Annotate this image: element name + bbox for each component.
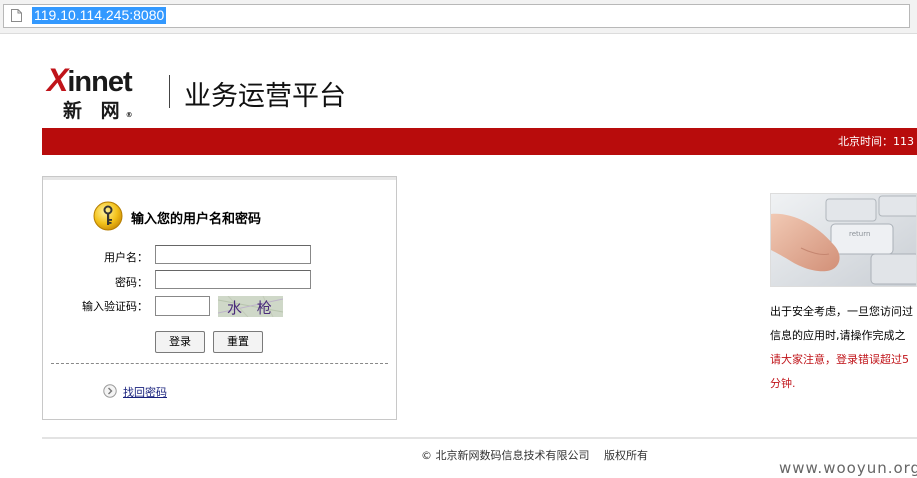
captcha-label: 输入验证码：	[82, 300, 148, 313]
username-input[interactable]	[155, 245, 311, 264]
registered-mark: ®	[125, 111, 133, 119]
xinnet-logo: Xinnet 新 网®	[47, 62, 157, 123]
key-icon	[93, 201, 123, 231]
header-divider	[169, 75, 170, 108]
captcha-image[interactable]: 水 枪	[218, 296, 283, 317]
url-field[interactable]: 119.10.114.245:8080	[3, 4, 910, 28]
login-panel: 输入您的用户名和密码 用户名： 密码： 输入验证码： 水 枪 登录 重置 找回密…	[42, 176, 397, 420]
logo-wordmark-rest: innet	[67, 66, 132, 98]
find-password-link[interactable]: 找回密码	[123, 384, 167, 400]
top-red-bar: 北京时间：113	[42, 128, 917, 155]
password-input[interactable]	[155, 270, 311, 289]
keyboard-photo: return	[770, 193, 917, 287]
captcha-input[interactable]	[155, 296, 210, 316]
notice-warning-line-2: 分钟.	[770, 377, 796, 390]
logo-chinese-name: 新 网®	[63, 96, 133, 123]
reset-button[interactable]: 重置	[213, 331, 263, 353]
logo-wordmark: Xinnet	[47, 62, 133, 99]
panel-top-border	[43, 177, 396, 180]
captcha-text: 水 枪	[227, 299, 277, 317]
username-label: 用户名：	[104, 251, 148, 264]
footer-divider	[42, 437, 917, 439]
wooyun-watermark: www.wooyun.org	[779, 459, 917, 477]
dashed-divider	[51, 363, 388, 364]
svg-text:return: return	[849, 230, 870, 238]
login-button[interactable]: 登录	[155, 331, 205, 353]
chevron-right-circle-icon	[103, 384, 117, 398]
notice-line-2: 信息的应用时,请操作完成之	[770, 329, 906, 342]
copyright-text: © 北京新网数码信息技术有限公司 版权所有	[421, 449, 648, 462]
logo-x-letter: X	[47, 62, 68, 98]
document-icon	[11, 9, 22, 22]
site-title: 业务运营平台	[184, 81, 346, 112]
keyboard-finger-illustration: return	[771, 194, 916, 286]
logo-chinese-text: 新 网	[63, 100, 126, 122]
password-label: 密码：	[115, 276, 148, 289]
notice-warning-line-1: 请大家注意，登录错误超过5	[770, 353, 909, 366]
notice-line-1: 出于安全考虑，一旦您访问过	[770, 305, 913, 318]
login-heading: 输入您的用户名和密码	[131, 212, 262, 227]
url-text[interactable]: 119.10.114.245:8080	[32, 7, 167, 24]
beijing-time-label: 北京时间：113	[838, 135, 914, 148]
browser-address-bar: 119.10.114.245:8080	[0, 0, 917, 34]
